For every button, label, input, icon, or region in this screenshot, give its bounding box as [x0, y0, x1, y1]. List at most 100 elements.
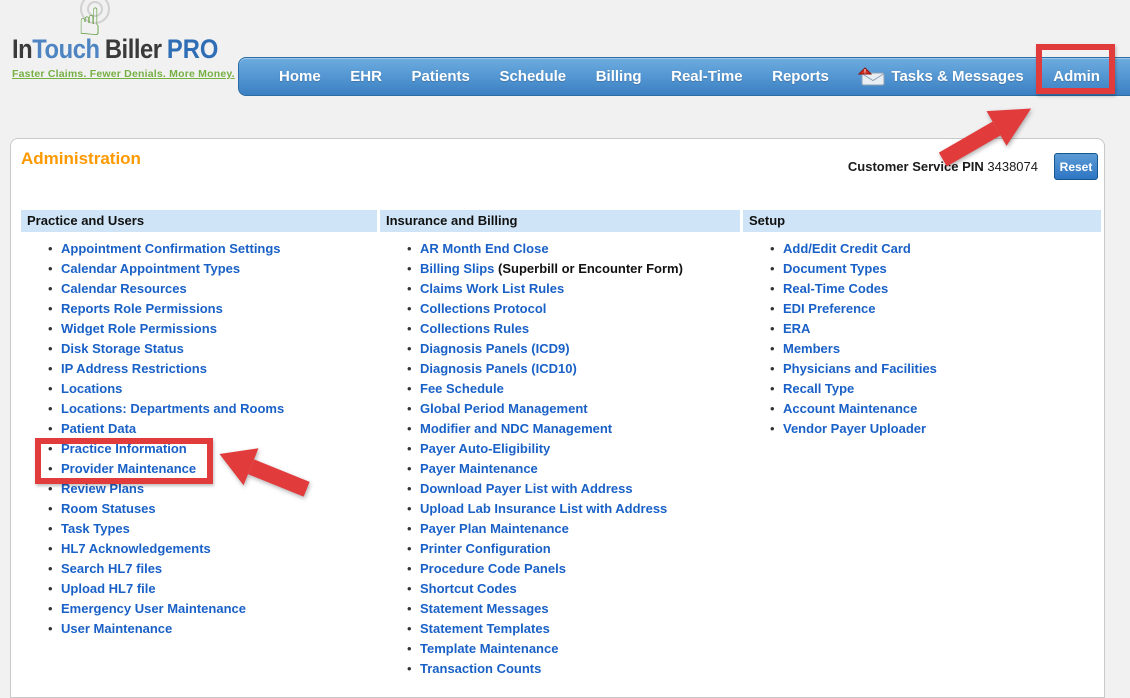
admin-link-task-types[interactable]: Task Types: [61, 521, 130, 536]
admin-link-transaction-counts[interactable]: Transaction Counts: [420, 661, 541, 676]
list-item: IP Address Restrictions: [61, 359, 377, 379]
list-item: Members: [783, 339, 1101, 359]
admin-link-payer-auto-eligibility[interactable]: Payer Auto-Eligibility: [420, 441, 550, 456]
admin-link-era[interactable]: ERA: [783, 321, 810, 336]
nav-item-label: Tasks & Messages: [891, 68, 1023, 85]
list-item: Vendor Payer Uploader: [783, 419, 1101, 439]
admin-link-user-maintenance[interactable]: User Maintenance: [61, 621, 172, 636]
list-item: Download Payer List with Address: [420, 479, 740, 499]
admin-link-reports-role-permissions[interactable]: Reports Role Permissions: [61, 301, 223, 316]
list-item: Locations: Departments and Rooms: [61, 399, 377, 419]
admin-link-add-edit-credit-card[interactable]: Add/Edit Credit Card: [783, 241, 911, 256]
admin-link-payer-plan-maintenance[interactable]: Payer Plan Maintenance: [420, 521, 569, 536]
nav-item-label: Schedule: [499, 68, 566, 85]
customer-service-pin: Customer Service PIN 3438074: [848, 159, 1038, 174]
list-item: Review Plans: [61, 479, 377, 499]
list-item: Add/Edit Credit Card: [783, 239, 1101, 259]
list-item: Upload Lab Insurance List with Address: [420, 499, 740, 519]
nav-item-ehr[interactable]: EHR: [350, 68, 382, 85]
admin-link-payer-maintenance[interactable]: Payer Maintenance: [420, 461, 538, 476]
admin-link-vendor-payer-uploader[interactable]: Vendor Payer Uploader: [783, 421, 926, 436]
admin-link-provider-maintenance[interactable]: Provider Maintenance: [61, 461, 196, 476]
admin-link-locations-departments-and-rooms[interactable]: Locations: Departments and Rooms: [61, 401, 284, 416]
nav-item-patients[interactable]: Patients: [412, 68, 470, 85]
admin-link-statement-messages[interactable]: Statement Messages: [420, 601, 549, 616]
admin-link-upload-lab-insurance-list-with-address[interactable]: Upload Lab Insurance List with Address: [420, 501, 667, 516]
admin-link-practice-information[interactable]: Practice Information: [61, 441, 187, 456]
administration-panel: Administration Customer Service PIN 3438…: [10, 138, 1105, 698]
admin-link-real-time-codes[interactable]: Real-Time Codes: [783, 281, 888, 296]
list-item: User Maintenance: [61, 619, 377, 639]
admin-link-physicians-and-facilities[interactable]: Physicians and Facilities: [783, 361, 937, 376]
admin-link-modifier-and-ndc-management[interactable]: Modifier and NDC Management: [420, 421, 612, 436]
list-item: HL7 Acknowledgements: [61, 539, 377, 559]
list-item: Practice Information: [61, 439, 377, 459]
admin-link-procedure-code-panels[interactable]: Procedure Code Panels: [420, 561, 566, 576]
list-item: Recall Type: [783, 379, 1101, 399]
admin-link-locations[interactable]: Locations: [61, 381, 122, 396]
nav-item-reports[interactable]: Reports: [772, 68, 829, 85]
admin-link-search-hl7-files[interactable]: Search HL7 files: [61, 561, 162, 576]
admin-link-edi-preference[interactable]: EDI Preference: [783, 301, 876, 316]
nav-item-label: Patients: [412, 68, 470, 85]
admin-link-calendar-resources[interactable]: Calendar Resources: [61, 281, 187, 296]
admin-link-download-payer-list-with-address[interactable]: Download Payer List with Address: [420, 481, 633, 496]
reset-button[interactable]: Reset: [1054, 153, 1098, 180]
nav-item-home[interactable]: Home: [279, 68, 321, 85]
admin-link-hl7-acknowledgements[interactable]: HL7 Acknowledgements: [61, 541, 211, 556]
admin-link-claims-work-list-rules[interactable]: Claims Work List Rules: [420, 281, 564, 296]
admin-link-calendar-appointment-types[interactable]: Calendar Appointment Types: [61, 261, 240, 276]
admin-link-template-maintenance[interactable]: Template Maintenance: [420, 641, 558, 656]
column-header-insurance-and-billing: Insurance and Billing: [380, 210, 740, 232]
page-title: Administration: [21, 149, 141, 169]
admin-link-review-plans[interactable]: Review Plans: [61, 481, 144, 496]
customer-service-pin-row: Customer Service PIN 3438074 Reset: [848, 153, 1098, 180]
admin-link-members[interactable]: Members: [783, 341, 840, 356]
admin-link-diagnosis-panels-icd10[interactable]: Diagnosis Panels (ICD10): [420, 361, 577, 376]
link-list: Appointment Confirmation Settings Calenda…: [21, 239, 377, 639]
nav-item-real-time[interactable]: Real-Time: [671, 68, 742, 85]
admin-link-fee-schedule[interactable]: Fee Schedule: [420, 381, 504, 396]
column-header-practice-and-users: Practice and Users: [21, 210, 377, 232]
admin-link-billing-slips[interactable]: Billing Slips: [420, 261, 494, 276]
admin-link-widget-role-permissions[interactable]: Widget Role Permissions: [61, 321, 217, 336]
link-suffix: (Superbill or Encounter Form): [494, 261, 683, 276]
admin-link-emergency-user-maintenance[interactable]: Emergency User Maintenance: [61, 601, 246, 616]
list-item: ERA: [783, 319, 1101, 339]
nav-item-admin[interactable]: Admin: [1053, 68, 1100, 85]
admin-link-recall-type[interactable]: Recall Type: [783, 381, 854, 396]
admin-link-ip-address-restrictions[interactable]: IP Address Restrictions: [61, 361, 207, 376]
admin-link-diagnosis-panels-icd9[interactable]: Diagnosis Panels (ICD9): [420, 341, 570, 356]
list-item: Upload HL7 file: [61, 579, 377, 599]
admin-link-room-statuses[interactable]: Room Statuses: [61, 501, 156, 516]
list-item: Transaction Counts: [420, 659, 740, 679]
list-item: Locations: [61, 379, 377, 399]
list-item: Printer Configuration: [420, 539, 740, 559]
list-item: Global Period Management: [420, 399, 740, 419]
admin-column-practice-and-users: Practice and Users Appointment Confirmati…: [21, 210, 377, 679]
admin-link-account-maintenance[interactable]: Account Maintenance: [783, 401, 917, 416]
admin-link-patient-data[interactable]: Patient Data: [61, 421, 136, 436]
list-item: Payer Auto-Eligibility: [420, 439, 740, 459]
list-item: Collections Protocol: [420, 299, 740, 319]
admin-link-ar-month-end-close[interactable]: AR Month End Close: [420, 241, 549, 256]
admin-link-upload-hl7-file[interactable]: Upload HL7 file: [61, 581, 156, 596]
nav-item-tasks-messages[interactable]: !Tasks & Messages: [858, 67, 1023, 86]
admin-link-disk-storage-status[interactable]: Disk Storage Status: [61, 341, 184, 356]
nav-item-schedule[interactable]: Schedule: [499, 68, 566, 85]
admin-link-global-period-management[interactable]: Global Period Management: [420, 401, 588, 416]
list-item: Claims Work List Rules: [420, 279, 740, 299]
admin-link-collections-protocol[interactable]: Collections Protocol: [420, 301, 546, 316]
list-item: Appointment Confirmation Settings: [61, 239, 377, 259]
admin-column-setup: SetupAdd/Edit Credit CardDocument TypesR…: [743, 210, 1101, 679]
admin-link-statement-templates[interactable]: Statement Templates: [420, 621, 550, 636]
admin-link-appointment-confirmation-settings[interactable]: Appointment Confirmation Settings: [61, 241, 281, 256]
admin-link-shortcut-codes[interactable]: Shortcut Codes: [420, 581, 517, 596]
admin-link-printer-configuration[interactable]: Printer Configuration: [420, 541, 551, 556]
nav-item-billing[interactable]: Billing: [596, 68, 642, 85]
list-item: Patient Data: [61, 419, 377, 439]
admin-link-collections-rules[interactable]: Collections Rules: [420, 321, 529, 336]
list-item: Billing Slips (Superbill or Encounter Fo…: [420, 259, 740, 279]
logo-word-touch: Touch: [32, 34, 99, 64]
admin-link-document-types[interactable]: Document Types: [783, 261, 887, 276]
